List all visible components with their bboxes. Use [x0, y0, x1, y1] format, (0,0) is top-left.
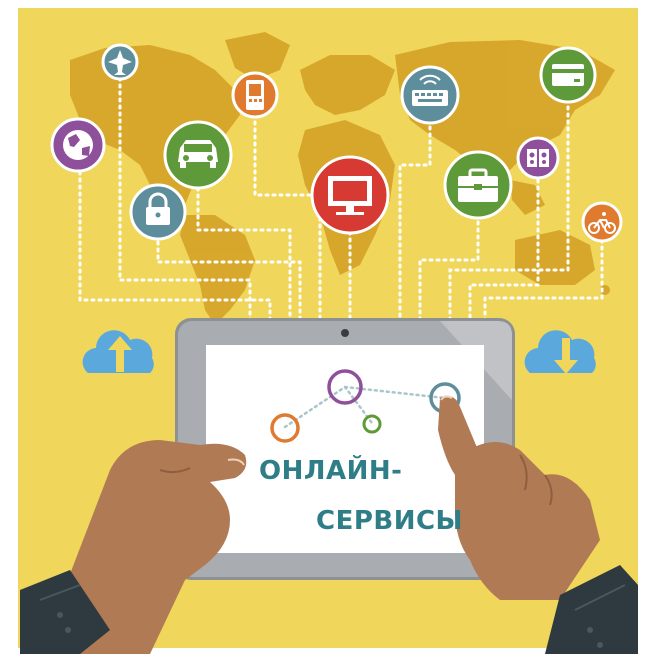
monitor-icon [310, 155, 390, 235]
mobile-phone-icon [231, 71, 279, 119]
online-services-illustration [0, 0, 657, 654]
lock-icon [129, 183, 187, 241]
speakers-icon [516, 136, 560, 180]
tablet-camera [341, 329, 349, 337]
illustration: ОНЛАЙН- СЕРВИСЫ [0, 0, 657, 654]
briefcase-icon [443, 150, 513, 220]
screen-title-line-1: ОНЛАЙН- [259, 456, 403, 486]
globe-icon [50, 117, 106, 173]
bicycle-icon [581, 201, 623, 243]
screen-title-line-2: СЕРВИСЫ [316, 506, 463, 536]
keyboard-icon [400, 65, 460, 125]
car-icon [163, 120, 233, 190]
credit-card-icon [539, 46, 597, 104]
airplane-icon [101, 43, 139, 81]
